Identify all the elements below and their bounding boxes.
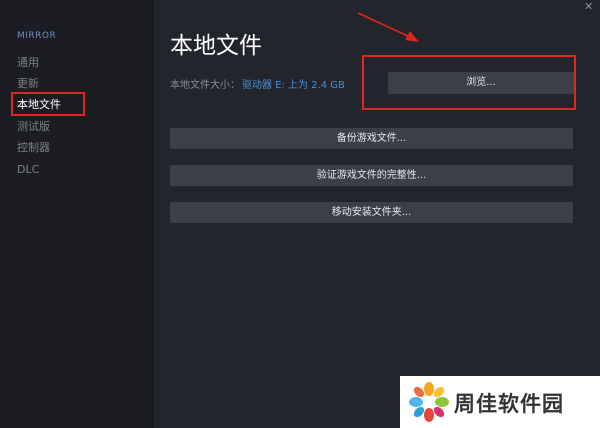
- sidebar-item-controller[interactable]: 控制器: [17, 140, 50, 156]
- page-title: 本地文件: [170, 33, 262, 59]
- close-icon[interactable]: ✕: [584, 1, 594, 12]
- sidebar-item-dlc[interactable]: DLC: [17, 162, 39, 178]
- sidebar-item-general[interactable]: 通用: [17, 55, 39, 71]
- app-title: MIRROR: [17, 31, 57, 41]
- backup-game-files-button[interactable]: 备份游戏文件...: [170, 128, 573, 149]
- move-button-label: 移动安装文件夹...: [331, 207, 412, 218]
- verify-integrity-button[interactable]: 验证游戏文件的完整性...: [170, 165, 573, 186]
- sidebar-item-local-files[interactable]: 本地文件: [17, 97, 61, 113]
- verify-button-label: 验证游戏文件的完整性...: [316, 170, 427, 181]
- browse-button[interactable]: 浏览...: [388, 72, 574, 94]
- watermark-text: 周佳软件园: [454, 392, 564, 416]
- sidebar-item-betas[interactable]: 测试版: [17, 119, 50, 135]
- backup-button-label: 备份游戏文件...: [336, 133, 407, 144]
- watermark-logo-icon: [409, 382, 449, 422]
- sidebar: MIRROR 通用 更新 本地文件 测试版 控制器 DLC: [0, 0, 153, 428]
- sidebar-item-updates[interactable]: 更新: [17, 76, 39, 92]
- local-file-size-label: 本地文件大小：: [170, 80, 240, 91]
- watermark: 周佳软件园: [400, 376, 600, 428]
- local-file-size-value: 驱动器 E: 上为 2.4 GB: [242, 80, 345, 91]
- move-install-folder-button[interactable]: 移动安装文件夹...: [170, 202, 573, 223]
- browse-button-label: 浏览...: [466, 77, 496, 88]
